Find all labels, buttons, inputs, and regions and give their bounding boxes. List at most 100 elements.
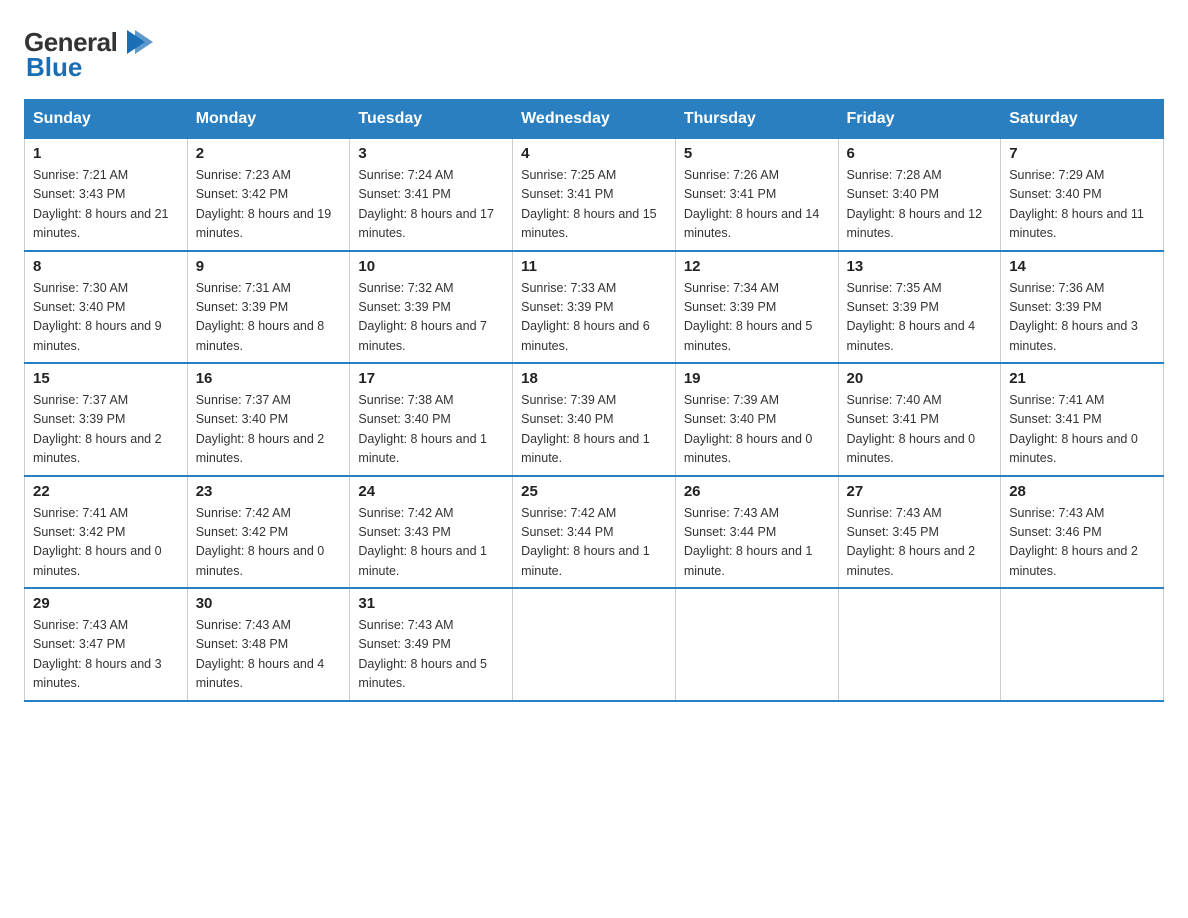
day-info: Sunrise: 7:41 AMSunset: 3:41 PMDaylight:…: [1009, 393, 1138, 465]
day-number: 21: [1009, 370, 1155, 387]
column-header-saturday: Saturday: [1001, 100, 1164, 139]
calendar-cell: 6 Sunrise: 7:28 AMSunset: 3:40 PMDayligh…: [838, 139, 1001, 251]
day-info: Sunrise: 7:25 AMSunset: 3:41 PMDaylight:…: [521, 168, 657, 240]
calendar-cell: 5 Sunrise: 7:26 AMSunset: 3:41 PMDayligh…: [675, 139, 838, 251]
day-number: 5: [684, 145, 830, 162]
calendar-cell: 17 Sunrise: 7:38 AMSunset: 3:40 PMDaylig…: [350, 363, 513, 476]
calendar-cell: 11 Sunrise: 7:33 AMSunset: 3:39 PMDaylig…: [513, 251, 676, 364]
day-info: Sunrise: 7:42 AMSunset: 3:44 PMDaylight:…: [521, 506, 650, 578]
day-number: 1: [33, 145, 179, 162]
day-info: Sunrise: 7:30 AMSunset: 3:40 PMDaylight:…: [33, 281, 162, 353]
calendar-cell: 4 Sunrise: 7:25 AMSunset: 3:41 PMDayligh…: [513, 139, 676, 251]
column-header-wednesday: Wednesday: [513, 100, 676, 139]
calendar-cell: 22 Sunrise: 7:41 AMSunset: 3:42 PMDaylig…: [25, 476, 188, 589]
day-info: Sunrise: 7:33 AMSunset: 3:39 PMDaylight:…: [521, 281, 650, 353]
day-number: 13: [847, 258, 993, 275]
day-info: Sunrise: 7:37 AMSunset: 3:39 PMDaylight:…: [33, 393, 162, 465]
calendar-cell: [1001, 588, 1164, 701]
day-number: 9: [196, 258, 342, 275]
day-info: Sunrise: 7:41 AMSunset: 3:42 PMDaylight:…: [33, 506, 162, 578]
calendar-cell: 1 Sunrise: 7:21 AMSunset: 3:43 PMDayligh…: [25, 139, 188, 251]
page-header: General Blue: [24, 24, 1164, 83]
column-header-tuesday: Tuesday: [350, 100, 513, 139]
calendar-week-row: 8 Sunrise: 7:30 AMSunset: 3:40 PMDayligh…: [25, 251, 1164, 364]
calendar-cell: 16 Sunrise: 7:37 AMSunset: 3:40 PMDaylig…: [187, 363, 350, 476]
day-number: 15: [33, 370, 179, 387]
day-number: 7: [1009, 145, 1155, 162]
day-number: 6: [847, 145, 993, 162]
day-number: 22: [33, 483, 179, 500]
column-header-thursday: Thursday: [675, 100, 838, 139]
calendar-week-row: 22 Sunrise: 7:41 AMSunset: 3:42 PMDaylig…: [25, 476, 1164, 589]
calendar-cell: 9 Sunrise: 7:31 AMSunset: 3:39 PMDayligh…: [187, 251, 350, 364]
day-info: Sunrise: 7:29 AMSunset: 3:40 PMDaylight:…: [1009, 168, 1144, 240]
calendar-cell: [675, 588, 838, 701]
column-header-friday: Friday: [838, 100, 1001, 139]
day-info: Sunrise: 7:43 AMSunset: 3:48 PMDaylight:…: [196, 618, 325, 690]
day-info: Sunrise: 7:38 AMSunset: 3:40 PMDaylight:…: [358, 393, 487, 465]
calendar-cell: 7 Sunrise: 7:29 AMSunset: 3:40 PMDayligh…: [1001, 139, 1164, 251]
day-info: Sunrise: 7:43 AMSunset: 3:44 PMDaylight:…: [684, 506, 813, 578]
calendar-cell: 20 Sunrise: 7:40 AMSunset: 3:41 PMDaylig…: [838, 363, 1001, 476]
calendar-cell: 29 Sunrise: 7:43 AMSunset: 3:47 PMDaylig…: [25, 588, 188, 701]
calendar-cell: 2 Sunrise: 7:23 AMSunset: 3:42 PMDayligh…: [187, 139, 350, 251]
day-info: Sunrise: 7:32 AMSunset: 3:39 PMDaylight:…: [358, 281, 487, 353]
calendar-cell: [838, 588, 1001, 701]
day-number: 28: [1009, 483, 1155, 500]
calendar-cell: [513, 588, 676, 701]
day-number: 2: [196, 145, 342, 162]
day-number: 30: [196, 595, 342, 612]
day-info: Sunrise: 7:43 AMSunset: 3:47 PMDaylight:…: [33, 618, 162, 690]
day-info: Sunrise: 7:42 AMSunset: 3:43 PMDaylight:…: [358, 506, 487, 578]
day-info: Sunrise: 7:43 AMSunset: 3:45 PMDaylight:…: [847, 506, 976, 578]
calendar-cell: 24 Sunrise: 7:42 AMSunset: 3:43 PMDaylig…: [350, 476, 513, 589]
calendar-week-row: 15 Sunrise: 7:37 AMSunset: 3:39 PMDaylig…: [25, 363, 1164, 476]
calendar-week-row: 29 Sunrise: 7:43 AMSunset: 3:47 PMDaylig…: [25, 588, 1164, 701]
calendar-cell: 25 Sunrise: 7:42 AMSunset: 3:44 PMDaylig…: [513, 476, 676, 589]
day-number: 4: [521, 145, 667, 162]
day-number: 11: [521, 258, 667, 275]
day-number: 27: [847, 483, 993, 500]
column-header-monday: Monday: [187, 100, 350, 139]
day-info: Sunrise: 7:37 AMSunset: 3:40 PMDaylight:…: [196, 393, 325, 465]
calendar-cell: 27 Sunrise: 7:43 AMSunset: 3:45 PMDaylig…: [838, 476, 1001, 589]
day-number: 10: [358, 258, 504, 275]
calendar-cell: 28 Sunrise: 7:43 AMSunset: 3:46 PMDaylig…: [1001, 476, 1164, 589]
day-number: 16: [196, 370, 342, 387]
day-info: Sunrise: 7:43 AMSunset: 3:49 PMDaylight:…: [358, 618, 487, 690]
calendar-cell: 30 Sunrise: 7:43 AMSunset: 3:48 PMDaylig…: [187, 588, 350, 701]
column-header-sunday: Sunday: [25, 100, 188, 139]
day-number: 24: [358, 483, 504, 500]
day-info: Sunrise: 7:31 AMSunset: 3:39 PMDaylight:…: [196, 281, 325, 353]
day-info: Sunrise: 7:40 AMSunset: 3:41 PMDaylight:…: [847, 393, 976, 465]
calendar-week-row: 1 Sunrise: 7:21 AMSunset: 3:43 PMDayligh…: [25, 139, 1164, 251]
calendar-cell: 26 Sunrise: 7:43 AMSunset: 3:44 PMDaylig…: [675, 476, 838, 589]
day-info: Sunrise: 7:39 AMSunset: 3:40 PMDaylight:…: [684, 393, 813, 465]
calendar-cell: 13 Sunrise: 7:35 AMSunset: 3:39 PMDaylig…: [838, 251, 1001, 364]
day-number: 17: [358, 370, 504, 387]
logo: General Blue: [24, 24, 153, 83]
day-number: 8: [33, 258, 179, 275]
calendar-cell: 18 Sunrise: 7:39 AMSunset: 3:40 PMDaylig…: [513, 363, 676, 476]
day-number: 31: [358, 595, 504, 612]
day-info: Sunrise: 7:43 AMSunset: 3:46 PMDaylight:…: [1009, 506, 1138, 578]
logo-blue: Blue: [26, 52, 82, 83]
logo-arrow-icon: [117, 24, 153, 60]
calendar-cell: 19 Sunrise: 7:39 AMSunset: 3:40 PMDaylig…: [675, 363, 838, 476]
day-info: Sunrise: 7:35 AMSunset: 3:39 PMDaylight:…: [847, 281, 976, 353]
day-number: 12: [684, 258, 830, 275]
day-number: 3: [358, 145, 504, 162]
day-info: Sunrise: 7:21 AMSunset: 3:43 PMDaylight:…: [33, 168, 169, 240]
day-info: Sunrise: 7:24 AMSunset: 3:41 PMDaylight:…: [358, 168, 494, 240]
day-number: 26: [684, 483, 830, 500]
day-number: 23: [196, 483, 342, 500]
calendar-cell: 23 Sunrise: 7:42 AMSunset: 3:42 PMDaylig…: [187, 476, 350, 589]
calendar-table: SundayMondayTuesdayWednesdayThursdayFrid…: [24, 99, 1164, 702]
day-info: Sunrise: 7:28 AMSunset: 3:40 PMDaylight:…: [847, 168, 983, 240]
calendar-cell: 10 Sunrise: 7:32 AMSunset: 3:39 PMDaylig…: [350, 251, 513, 364]
day-info: Sunrise: 7:34 AMSunset: 3:39 PMDaylight:…: [684, 281, 813, 353]
day-number: 25: [521, 483, 667, 500]
calendar-cell: 14 Sunrise: 7:36 AMSunset: 3:39 PMDaylig…: [1001, 251, 1164, 364]
day-info: Sunrise: 7:36 AMSunset: 3:39 PMDaylight:…: [1009, 281, 1138, 353]
calendar-cell: 31 Sunrise: 7:43 AMSunset: 3:49 PMDaylig…: [350, 588, 513, 701]
